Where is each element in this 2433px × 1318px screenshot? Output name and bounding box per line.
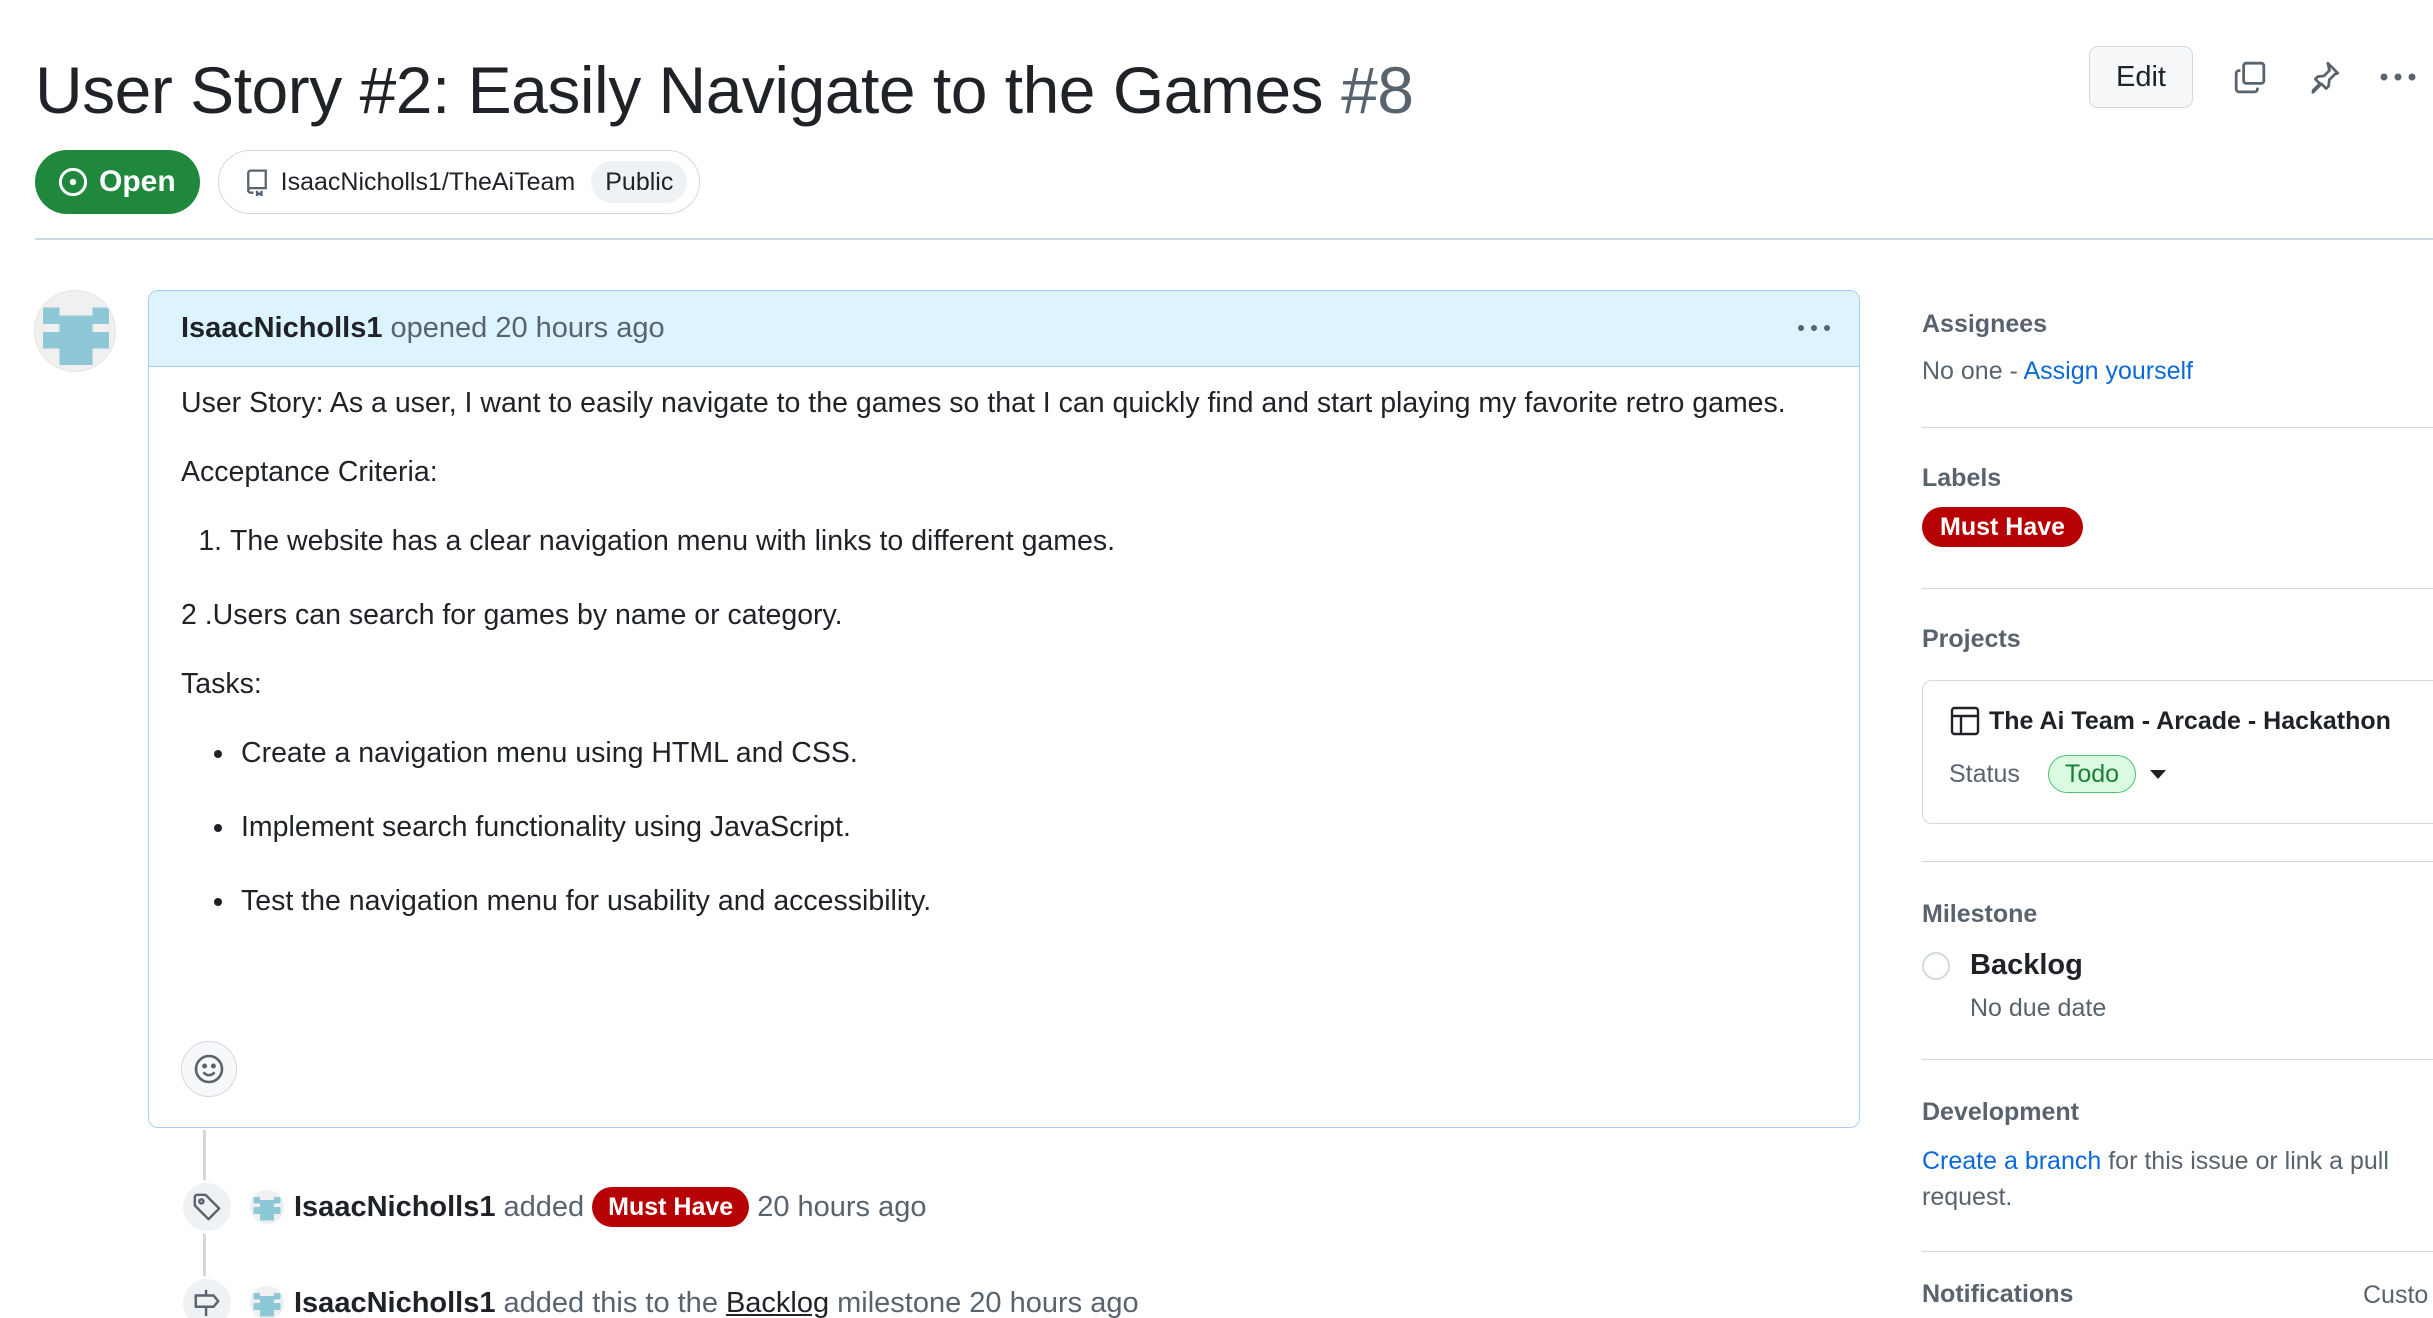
assignees-value: No one - Assign yourself xyxy=(1922,353,2433,389)
milestone-row[interactable]: Backlog xyxy=(1922,949,2433,982)
visibility-badge: Public xyxy=(591,161,688,203)
create-branch-link[interactable]: Create a branch xyxy=(1922,1147,2101,1175)
assignees-heading[interactable]: Assignees xyxy=(1922,310,2433,339)
comment-options-icon[interactable] xyxy=(1787,301,1841,355)
project-name: The Ai Team - Arcade - Hackathon xyxy=(1989,706,2391,735)
table-icon xyxy=(1950,706,1980,736)
author-avatar[interactable] xyxy=(34,290,116,372)
labels-heading[interactable]: Labels xyxy=(1922,464,2433,493)
timeline-event-labeled: IsaacNicholls1 added Must Have 20 hours … xyxy=(180,1180,927,1234)
task-item: Test the navigation menu for usability a… xyxy=(237,883,1827,920)
status-label: Status xyxy=(1949,759,2020,788)
issue-state-badge: Open xyxy=(35,150,200,214)
repo-icon xyxy=(246,169,267,196)
timeline-time[interactable]: 20 hours ago xyxy=(757,1191,926,1224)
header-divider xyxy=(35,238,2433,240)
criteria-item: The website has a clear navigation menu … xyxy=(230,523,1827,560)
copy-icon[interactable] xyxy=(2215,46,2285,108)
comment-header: IsaacNicholls1 opened 20 hours ago xyxy=(149,291,1859,367)
assignees-none: No one - xyxy=(1922,357,2018,385)
timeline-author[interactable]: IsaacNicholls1 xyxy=(294,1191,496,1224)
milestone-heading[interactable]: Milestone xyxy=(1922,900,2433,929)
projects-heading[interactable]: Projects xyxy=(1922,625,2433,654)
project-status-row: Status Todo xyxy=(1949,755,2433,793)
status-todo-pill[interactable]: Todo xyxy=(2047,755,2137,793)
tag-icon xyxy=(180,1180,234,1234)
sidebar-milestone: Milestone Backlog No due date xyxy=(1922,862,2433,1060)
project-title[interactable]: The Ai Team - Arcade - Hackathon xyxy=(1949,705,2433,737)
issue-meta-row: Open IsaacNicholls1/TheAiTeam Public xyxy=(35,150,701,214)
milestone-link[interactable]: Backlog xyxy=(726,1287,829,1318)
timeline-action: added this to the xyxy=(503,1286,718,1318)
task-item: Create a navigation menu using HTML and … xyxy=(237,735,1827,772)
sidebar-assignees: Assignees No one - Assign yourself xyxy=(1922,290,2433,428)
status-dropdown-icon[interactable] xyxy=(2150,769,2167,779)
issue-body-comment: IsaacNicholls1 opened 20 hours ago User … xyxy=(148,290,1860,1128)
timeline-action: added xyxy=(503,1190,585,1223)
sidebar-development: Development Create a branch for this iss… xyxy=(1922,1060,2433,1252)
repo-name: IsaacNicholls1/TheAiTeam xyxy=(280,167,576,196)
milestone-icon xyxy=(180,1276,234,1318)
milestone-name[interactable]: Backlog xyxy=(1970,949,2083,982)
issue-sidebar: Assignees No one - Assign yourself Label… xyxy=(1922,290,2433,1318)
sidebar-projects: Projects The Ai Team - Arcade - Hackatho… xyxy=(1922,589,2433,862)
development-heading[interactable]: Development xyxy=(1922,1098,2433,1127)
project-card: The Ai Team - Arcade - Hackathon Status … xyxy=(1922,680,2433,824)
milestone-progress-icon xyxy=(1922,951,1950,980)
notifications-heading: Notifications xyxy=(1922,1280,2074,1308)
header-actions: Edit xyxy=(2089,45,2433,109)
timeline-suffix: milestone 20 hours ago xyxy=(837,1286,1139,1318)
customize-notifications-link[interactable]: Custo xyxy=(2363,1281,2433,1310)
user-story-text: User Story: As a user, I want to easily … xyxy=(181,387,1786,419)
development-text: Create a branch for this issue or link a… xyxy=(1922,1143,2433,1216)
tasks-heading: Tasks: xyxy=(181,668,262,701)
criteria-list: The website has a clear navigation menu … xyxy=(181,523,1827,560)
add-reaction-icon[interactable] xyxy=(181,1041,237,1097)
issue-open-icon xyxy=(58,167,88,197)
timeline-author[interactable]: IsaacNicholls1 xyxy=(294,1287,496,1318)
comment-author[interactable]: IsaacNicholls1 xyxy=(181,312,383,345)
timeline-avatar[interactable] xyxy=(250,1190,284,1224)
label-must-have[interactable]: Must Have xyxy=(592,1187,750,1227)
issue-state-label: Open xyxy=(99,165,176,198)
acceptance-heading: Acceptance Criteria: xyxy=(181,456,438,489)
sidebar-notifications: Notifications xyxy=(1922,1252,2433,1309)
pin-icon[interactable] xyxy=(2289,46,2359,108)
repo-pill[interactable]: IsaacNicholls1/TheAiTeam Public xyxy=(217,150,701,214)
assign-yourself-link[interactable]: Assign yourself xyxy=(2023,357,2193,385)
issue-title-row: User Story #2: Easily Navigate to the Ga… xyxy=(35,45,1414,135)
comment-body: User Story: As a user, I want to easily … xyxy=(149,367,1859,975)
criteria-item-2: 2 .Users can search for games by name or… xyxy=(181,599,843,632)
timeline-event-milestoned: IsaacNicholls1 added this to the Backlog… xyxy=(180,1276,1139,1318)
issue-number: #8 xyxy=(1341,53,1414,127)
tasks-list: Create a navigation menu using HTML and … xyxy=(181,735,1827,920)
comment-meta[interactable]: opened 20 hours ago xyxy=(391,312,665,345)
sidebar-labels: Labels Must Have xyxy=(1922,428,2433,589)
label-must-have[interactable]: Must Have xyxy=(1922,507,2084,547)
timeline-avatar[interactable] xyxy=(250,1286,284,1318)
edit-button[interactable]: Edit xyxy=(2089,46,2193,108)
milestone-due: No due date xyxy=(1970,994,2107,1022)
task-item: Implement search functionality using Jav… xyxy=(237,809,1827,846)
more-options-icon[interactable] xyxy=(2363,46,2433,108)
issue-title: User Story #2: Easily Navigate to the Ga… xyxy=(35,53,1414,127)
